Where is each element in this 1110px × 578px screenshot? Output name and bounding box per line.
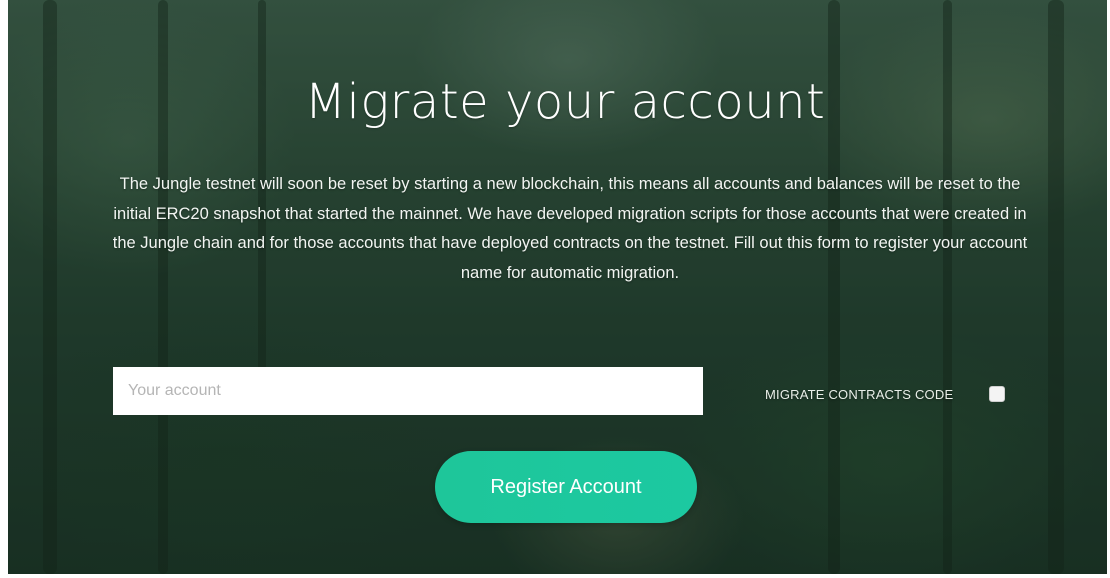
migration-description: The Jungle testnet will soon be reset by… [112, 175, 1028, 282]
migrate-contracts-label: MIGRATE CONTRACTS CODE [765, 387, 954, 402]
register-account-button[interactable]: Register Account [435, 451, 697, 523]
account-input[interactable] [113, 367, 703, 415]
page-title: Migrate your account [304, 74, 826, 130]
migrate-contracts-checkbox[interactable] [989, 386, 1005, 402]
